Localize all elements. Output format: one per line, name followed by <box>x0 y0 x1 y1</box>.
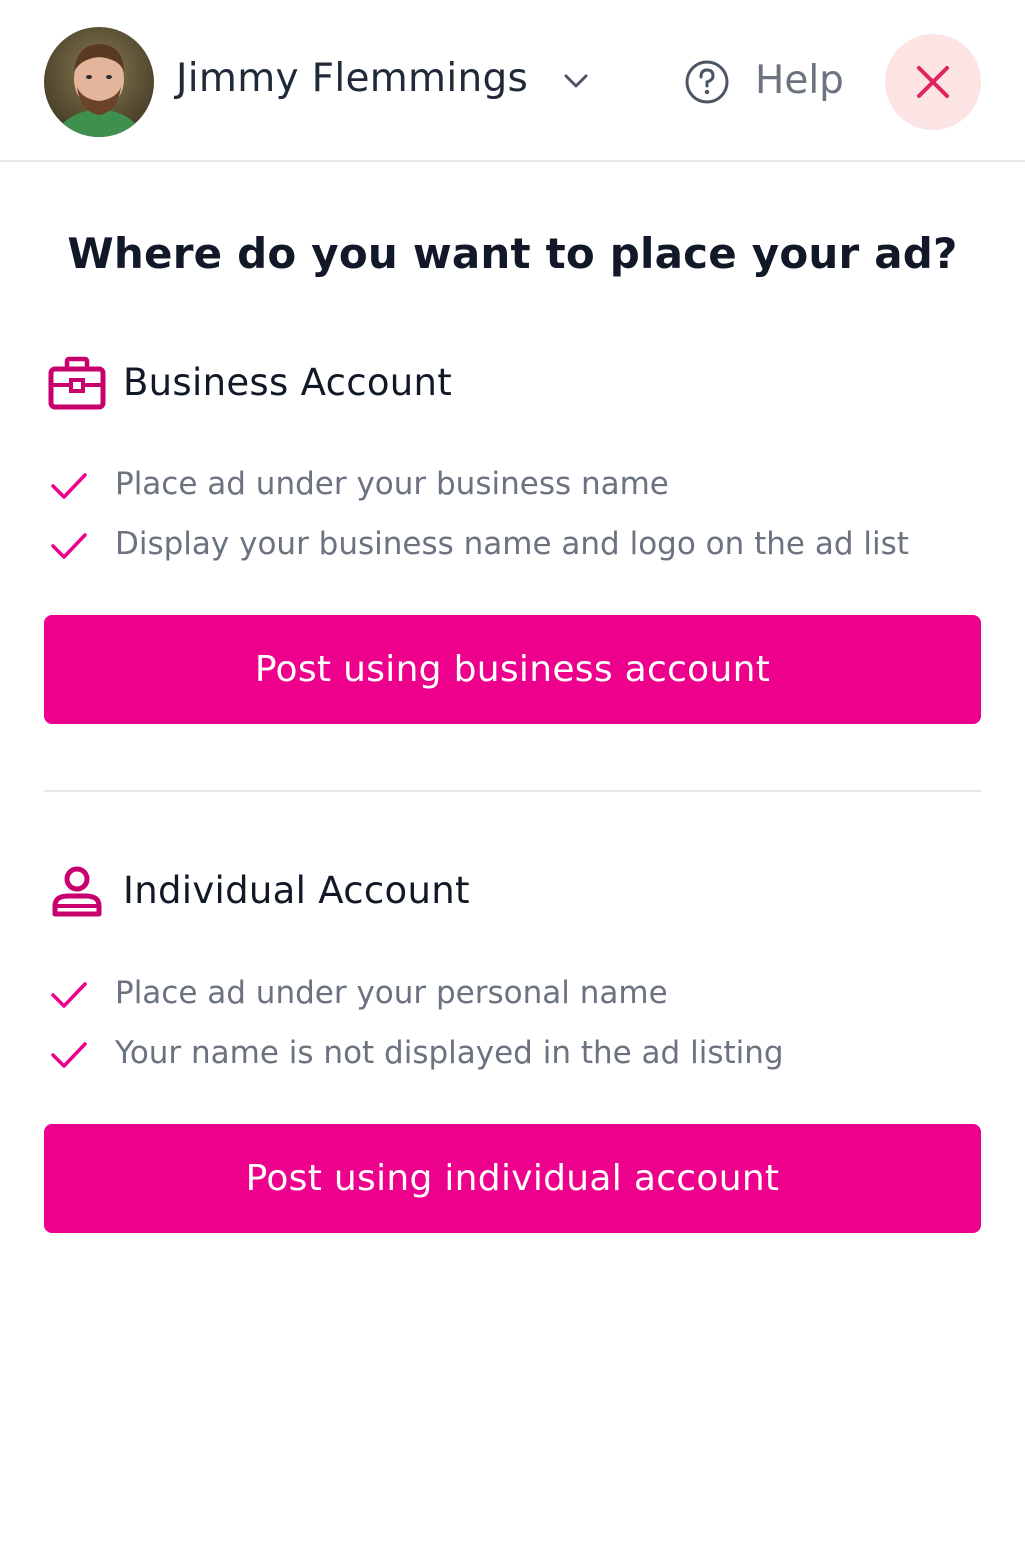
question-circle-icon[interactable] <box>684 59 730 105</box>
feature-text: Place ad under your business name <box>115 466 669 502</box>
feature-text: Display your business name and logo on t… <box>115 526 909 562</box>
close-icon <box>917 66 949 98</box>
business-account-title: Business Account <box>123 361 453 404</box>
feature-text: Place ad under your personal name <box>115 975 668 1011</box>
help-link[interactable]: Help <box>755 58 844 103</box>
briefcase-icon <box>48 356 106 416</box>
chevron-down-icon[interactable] <box>561 66 591 96</box>
feature-text: Your name is not displayed in the ad lis… <box>115 1035 784 1071</box>
header-bar: Jimmy Flemmings Help <box>0 0 1025 162</box>
post-individual-button[interactable]: Post using individual account <box>44 1124 981 1233</box>
page-title: Where do you want to place your ad? <box>67 229 958 278</box>
section-divider <box>44 790 981 792</box>
check-icon <box>51 1042 87 1068</box>
check-icon <box>51 982 87 1008</box>
close-button[interactable] <box>885 34 981 130</box>
avatar[interactable] <box>44 27 154 137</box>
check-icon <box>51 533 87 559</box>
check-icon <box>51 473 87 499</box>
user-name[interactable]: Jimmy Flemmings <box>176 56 528 101</box>
individual-account-title: Individual Account <box>123 869 470 912</box>
post-business-button[interactable]: Post using business account <box>44 615 981 724</box>
user-icon <box>48 864 106 924</box>
